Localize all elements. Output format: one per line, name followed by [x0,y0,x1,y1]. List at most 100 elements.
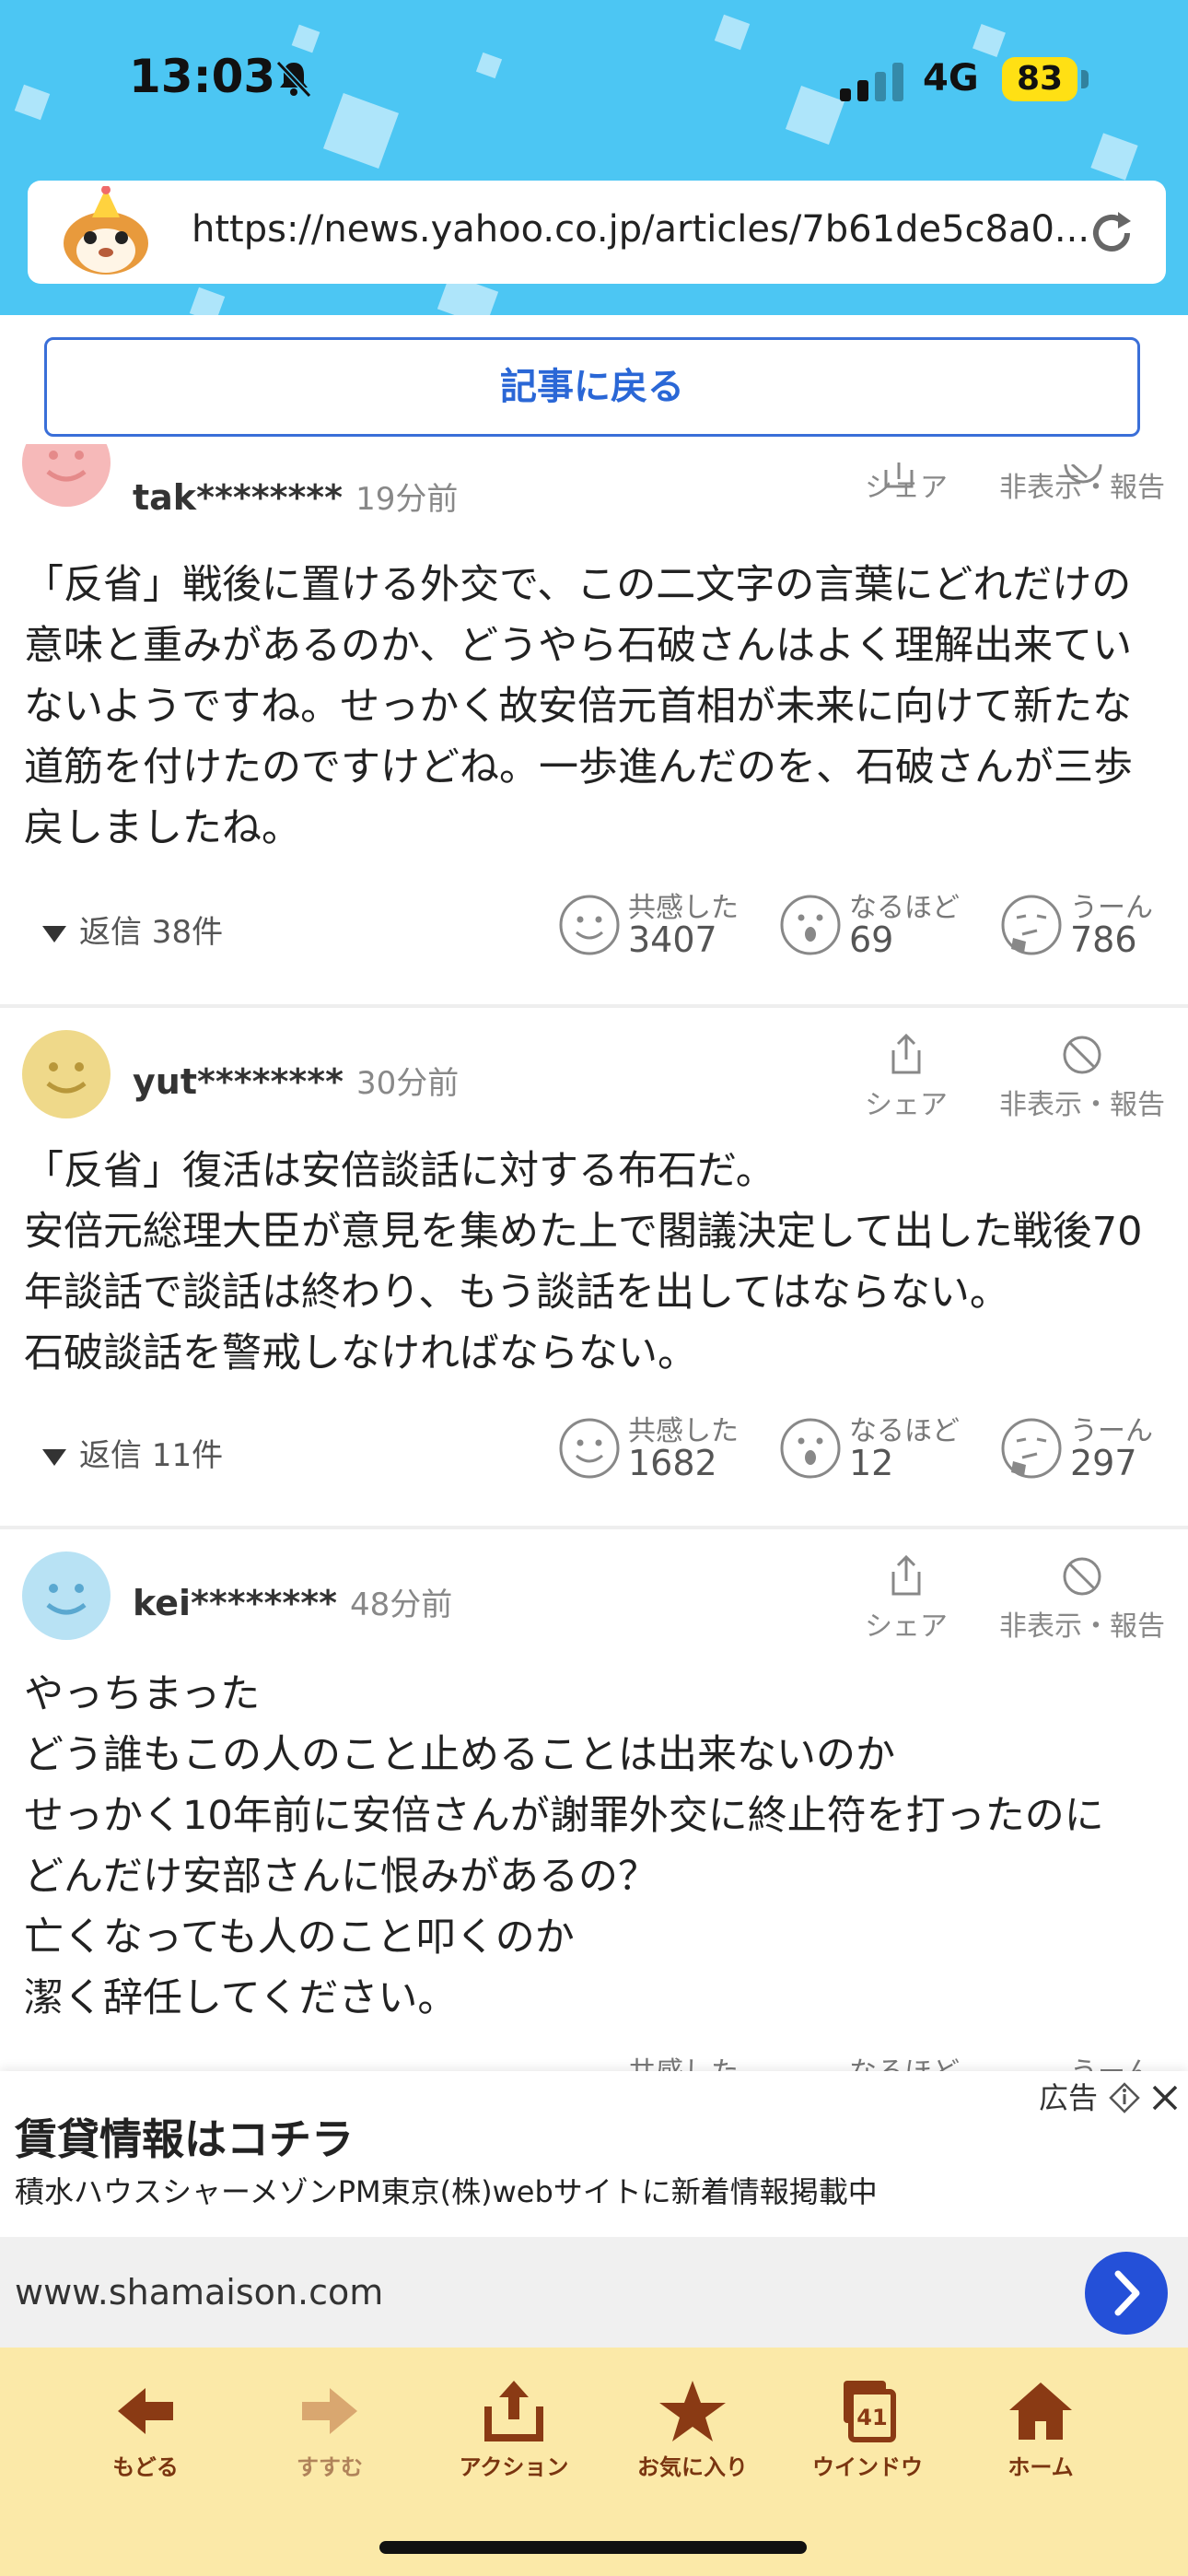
comment-item: tak******** 19分前 シェア 非表示・報告 「反省」戦後に置ける外交で… [0,418,1188,1004]
battery-tip [1081,70,1089,88]
url-text[interactable]: https://news.yahoo.co.jp/articles/7b61de… [192,208,1089,251]
back-nav-label: もどる [112,2454,179,2480]
confetti-decoration [322,92,400,170]
home-indicator[interactable] [379,2541,807,2554]
smile-reaction-icon [559,1418,620,1479]
username-text[interactable]: yut******** [133,1061,344,1102]
home-button[interactable]: ホーム [967,2379,1114,2481]
comment-time: 48分前 [350,1587,453,1623]
close-icon[interactable] [1149,2082,1181,2113]
window-label: ウインドウ [812,2454,923,2480]
address-bar[interactable]: https://news.yahoo.co.jp/articles/7b61de… [28,181,1166,284]
cellular-signal-icon [840,63,903,101]
reaction-count: 69 [849,919,894,960]
confetti-decoration [785,85,845,146]
avatar [22,1551,111,1640]
comment-item: kei******** 48分前 シェア 非表示・報告 やっちまった どう誰もこの… [0,1551,1188,2089]
prohibit-icon [1063,1557,1101,1596]
ad-banner[interactable]: 広告 賃貸情報はコチラ 積水ハウスシャーメゾンPM東京(株)webサイトに新着情… [0,2071,1188,2348]
hide-report-label: 非表示・報告 [999,1610,1165,1643]
battery-indicator: 83 [1002,57,1077,101]
triangle-down-icon [42,925,66,943]
hide-report-button[interactable]: 非表示・報告 [995,1555,1170,1644]
action-button[interactable]: アクション [440,2379,588,2481]
share-button[interactable]: シェア [851,1034,961,1122]
ad-footer[interactable]: www.shamaison.com [0,2237,1188,2348]
username-text[interactable]: tak******** [133,477,343,518]
smile-reaction-icon [559,895,620,955]
share-label: シェア [865,1610,948,1643]
share-icon[interactable] [882,463,915,490]
ad-description: 積水ハウスシャーメゾンPM東京(株)webサイトに新着情報掲載中 [15,2174,878,2209]
chevron-right-icon [1114,2270,1140,2316]
action-label: アクション [459,2454,569,2480]
home-label: ホーム [1007,2454,1074,2480]
thinking-reaction-icon [1001,895,1062,955]
ad-open-button[interactable] [1085,2252,1168,2335]
avatar-clip [22,446,111,534]
arrow-right-icon [302,2388,357,2434]
confetti-decoration [714,14,751,51]
comment-username[interactable]: tak******** 19分前 [133,474,458,519]
favorites-label: お気に入り [637,2454,748,2480]
prohibit-icon [1063,1036,1101,1074]
favorites-button[interactable]: お気に入り [619,2379,766,2481]
smile-face-icon [46,1062,87,1094]
confetti-decoration [291,24,320,53]
reaction-count: 1682 [628,1443,717,1483]
comment-body: 「反省」戦後に置ける外交で、この二文字の言葉にどれだけの意味と重みがあるのか、ど… [24,562,1133,851]
comment-body: やっちまった どう誰もこの人のこと止めることは出来ないのか せっかく10年前に安… [24,1671,1104,2021]
comment-time: 19分前 [355,481,459,518]
ad-domain[interactable]: www.shamaison.com [15,2272,383,2313]
arrow-left-icon [118,2388,173,2434]
replies-toggle[interactable]: 返信 38件 [42,907,223,952]
surprised-reaction-icon [780,895,841,955]
silent-bell-icon [275,60,312,99]
ad-title[interactable]: 賃貸情報はコチラ [15,2106,354,2167]
comment-item: yut******** 30分前 シェア 非表示・報告 「反省」復活は安倍談話に対… [0,1030,1188,1528]
reload-icon[interactable] [1087,208,1136,258]
username-text[interactable]: kei******** [133,1583,337,1623]
share-icon [891,1034,921,1074]
comment-time: 30分前 [355,1065,460,1102]
replies-toggle[interactable]: 返信 11件 [42,1430,223,1475]
replies-label: 返信 38件 [79,914,224,951]
smile-face-icon [46,1584,87,1615]
comment-username[interactable]: kei******** 48分前 [133,1579,452,1624]
share-button[interactable]: シェア [851,1555,961,1644]
reaction-count: 3407 [628,919,717,960]
confetti-decoration [475,52,503,79]
reaction-count: 12 [849,1443,894,1483]
triangle-down-icon [42,1448,66,1466]
window-button[interactable]: 41 ウインドウ [794,2379,941,2481]
back-to-article-button[interactable]: 記事に戻る [44,337,1140,437]
hide-report-button[interactable]: 非表示・報告 [995,1034,1170,1122]
comment-divider [0,1526,1188,1529]
replies-label: 返信 11件 [79,1437,224,1474]
reaction-count: 297 [1070,1443,1137,1483]
status-time: 13:03 [129,50,276,103]
hide-report-label: 非表示・報告 [999,1089,1165,1121]
share-label: シェア [865,1089,948,1121]
confetti-decoration [14,84,51,121]
ad-info-icon[interactable] [1109,2082,1140,2113]
home-icon [1009,2383,1072,2440]
forward-nav-button[interactable]: すすむ [256,2379,403,2481]
confetti-decoration [189,287,226,315]
ad-label: 広告 [1039,2080,1099,2115]
confetti-decoration [973,24,1006,57]
star-icon [659,2381,726,2441]
back-nav-button[interactable]: もどる [72,2379,219,2481]
surprised-reaction-icon [780,1418,841,1479]
comment-username[interactable]: yut******** 30分前 [133,1058,459,1103]
comment-divider [0,1004,1188,1008]
share-icon [891,1555,921,1596]
avatar [22,1030,111,1118]
network-type: 4G [923,57,979,100]
prohibit-icon[interactable] [1063,464,1103,485]
reaction-count: 786 [1070,919,1137,960]
share-action-icon [484,2381,543,2441]
guinea-pig-mascot-icon [64,186,148,275]
comment-body: 「反省」復活は安倍談話に対する布石だ。 安倍元総理大臣が意見を集めた上で閣議決定… [24,1148,1143,1376]
window-count: 41 [856,2405,888,2430]
